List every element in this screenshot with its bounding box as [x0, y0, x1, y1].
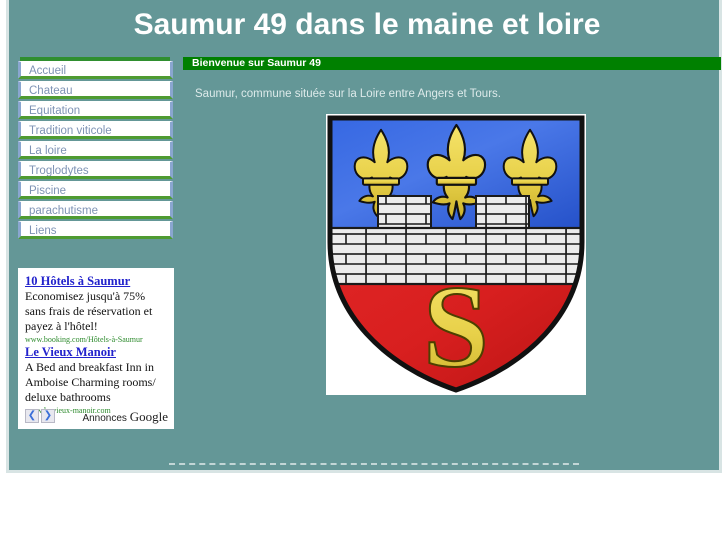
sidebar-item-label: Tradition viticole: [29, 125, 112, 137]
sidebar-item-accueil[interactable]: Accueil: [18, 61, 173, 79]
sidebar-item-label: Liens: [29, 225, 57, 237]
ad-body-text: Economisez jusqu'à 75% sans frais de rés…: [25, 289, 153, 333]
ad-title-link[interactable]: 10 Hôtels à Saumur: [25, 274, 167, 289]
sidebar-item-troglodytes[interactable]: Troglodytes: [18, 161, 173, 179]
sidebar-item-tradition-viticole[interactable]: Tradition viticole: [18, 121, 173, 139]
ad-provider-prefix: Annonces: [82, 413, 130, 424]
sidebar-item-chateau[interactable]: Chateau: [18, 81, 173, 99]
page-root: Saumur 49 dans le maine et loire Accueil…: [0, 0, 727, 545]
sidebar-item-la-loire[interactable]: La loire: [18, 141, 173, 159]
sidebar-item-label: parachutisme: [29, 205, 99, 217]
main-content: Bienvenue sur Saumur 49 Saumur, commune …: [183, 57, 721, 100]
sidebar-item-label: Equitation: [29, 105, 81, 117]
content-intro-text: Saumur, commune située sur la Loire entr…: [195, 88, 501, 100]
sidebar-item-label: Piscine: [29, 185, 67, 197]
sidebar-nav: Accueil Chateau Equitation Tradition vit…: [18, 57, 173, 241]
sidebar-item-label: Accueil: [29, 65, 67, 77]
ad-footer: ❮ ❯ Annonces Google: [23, 409, 169, 425]
content-banner: Bienvenue sur Saumur 49: [183, 57, 721, 70]
sidebar-item-label: Troglodytes: [29, 165, 89, 177]
dashed-divider: [169, 463, 579, 465]
sidebar-item-piscine[interactable]: Piscine: [18, 181, 173, 199]
site-panel: Saumur 49 dans le maine et loire Accueil…: [6, 0, 722, 473]
sidebar-item-liens[interactable]: Liens: [18, 221, 173, 239]
sidebar-item-label: Chateau: [29, 85, 73, 97]
ad-provider-brand: Google: [129, 409, 168, 424]
sidebar-item-equitation[interactable]: Equitation: [18, 101, 173, 119]
ad-title-link[interactable]: Le Vieux Manoir: [25, 345, 167, 360]
ad-pager: ❮ ❯: [25, 409, 55, 423]
blason-image: S: [326, 114, 586, 395]
letter-s-charge: S: [423, 261, 489, 392]
ad-provider-label: Annonces Google: [82, 409, 168, 425]
ad-body-text: A Bed and breakfast Inn in Amboise Charm…: [25, 360, 156, 404]
google-ads-box: 10 Hôtels à Saumur Economisez jusqu'à 75…: [18, 268, 174, 429]
ad-next-button[interactable]: ❯: [41, 409, 55, 423]
ad-prev-button[interactable]: ❮: [25, 409, 39, 423]
blason-svg: S: [326, 114, 586, 395]
ad-url[interactable]: www.booking.com/Hôtels-à-Saumur: [25, 334, 167, 345]
sidebar-item-label: La loire: [29, 145, 67, 157]
sidebar-item-parachutisme[interactable]: parachutisme: [18, 201, 173, 219]
page-title: Saumur 49 dans le maine et loire: [133, 8, 601, 41]
